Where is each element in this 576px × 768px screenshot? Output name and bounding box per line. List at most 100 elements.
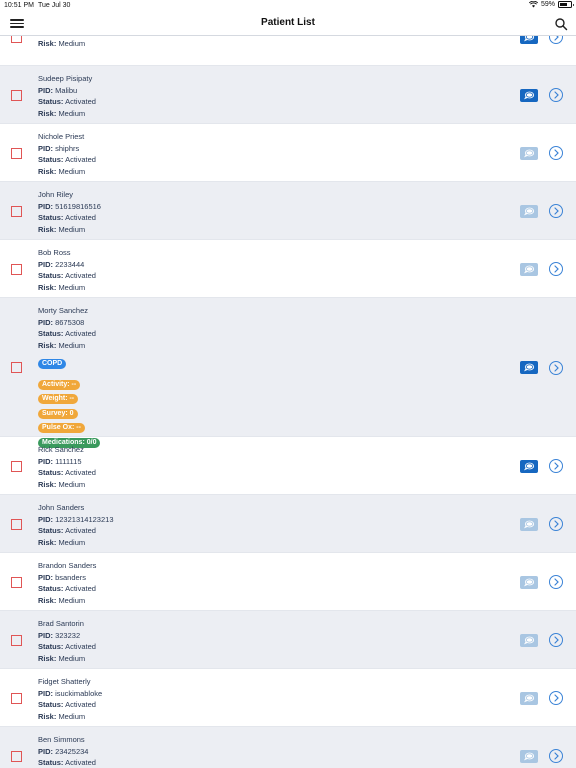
patient-row[interactable]: Brandon Sanders PID: bsanders Status: Ac… bbox=[0, 553, 576, 611]
status-label: Status: bbox=[38, 642, 64, 651]
patient-pid: PID: 23425234 bbox=[38, 746, 96, 758]
patient-risk: Risk: Medium bbox=[38, 38, 96, 50]
metric-badge: Pulse Ox: -- bbox=[38, 423, 85, 433]
risk-value: Medium bbox=[58, 108, 86, 118]
open-patient-button[interactable] bbox=[549, 691, 563, 705]
patient-info: Bob Ross PID: 2233444 Status: Activated … bbox=[38, 247, 96, 293]
status-value: Activated bbox=[65, 758, 96, 767]
patient-row[interactable]: Fidget Shatterly PID: isuckimabloke Stat… bbox=[0, 669, 576, 727]
pid-value: 323232 bbox=[55, 630, 81, 640]
patient-name: Brad Santorin bbox=[38, 619, 84, 628]
message-button[interactable] bbox=[520, 459, 538, 473]
message-button[interactable] bbox=[520, 691, 538, 705]
patient-row[interactable]: PID: Status: Activated Risk: Medium bbox=[0, 36, 576, 66]
risk-label: Risk: bbox=[38, 711, 57, 721]
select-checkbox[interactable] bbox=[11, 89, 22, 101]
status-label: Status: bbox=[38, 213, 64, 222]
risk-label: Risk: bbox=[38, 282, 57, 292]
message-button[interactable] bbox=[520, 633, 538, 647]
patient-list[interactable]: PID: Status: Activated Risk: Medium Sude… bbox=[0, 36, 576, 768]
select-checkbox[interactable] bbox=[11, 518, 22, 530]
open-patient-button[interactable] bbox=[549, 146, 563, 160]
status-label: Status: bbox=[38, 584, 64, 593]
patient-name: Brandon Sanders bbox=[38, 561, 97, 570]
message-button[interactable] bbox=[520, 262, 538, 276]
open-patient-button[interactable] bbox=[549, 749, 563, 763]
patient-row[interactable]: Nichole Priest PID: shiphrs Status: Acti… bbox=[0, 124, 576, 182]
select-checkbox[interactable] bbox=[11, 362, 22, 373]
open-patient-button[interactable] bbox=[549, 459, 563, 473]
pid-value: Malibu bbox=[55, 85, 78, 95]
patient-row[interactable]: Rick Sanchez PID: 1111115 Status: Activa… bbox=[0, 437, 576, 495]
patient-status: Status: Activated bbox=[38, 525, 114, 537]
select-checkbox[interactable] bbox=[11, 750, 22, 762]
open-patient-button[interactable] bbox=[549, 360, 563, 375]
pid-label: PID: bbox=[38, 688, 53, 698]
status-value: Activated bbox=[65, 526, 96, 535]
patient-risk: Risk: Medium bbox=[38, 340, 100, 352]
patient-row[interactable]: John Sanders PID: 12321314123213 Status:… bbox=[0, 495, 576, 553]
select-checkbox[interactable] bbox=[11, 205, 22, 217]
select-checkbox[interactable] bbox=[11, 36, 22, 43]
open-patient-button[interactable] bbox=[549, 204, 563, 218]
select-checkbox[interactable] bbox=[11, 576, 22, 588]
risk-label: Risk: bbox=[38, 595, 57, 605]
pid-value: 12321314123213 bbox=[55, 514, 114, 524]
open-patient-button[interactable] bbox=[549, 517, 563, 531]
patient-info: Ben Simmons PID: 23425234 Status: Activa… bbox=[38, 734, 96, 768]
patient-risk: Risk: Medium bbox=[38, 653, 96, 665]
patient-row[interactable]: Brad Santorin PID: 323232 Status: Activa… bbox=[0, 611, 576, 669]
patient-pid: PID: 1111115 bbox=[38, 456, 96, 468]
patient-info: John Riley PID: 51619816516 Status: Acti… bbox=[38, 189, 101, 235]
message-button[interactable] bbox=[520, 204, 538, 218]
patient-row[interactable]: Morty Sanchez PID: 8675308 Status: Activ… bbox=[0, 298, 576, 448]
open-patient-button[interactable] bbox=[549, 262, 563, 276]
status-value: Activated bbox=[65, 642, 96, 651]
pid-label: PID: bbox=[38, 746, 53, 756]
message-button[interactable] bbox=[520, 575, 538, 589]
message-button[interactable] bbox=[520, 36, 538, 44]
patient-row[interactable]: Ben Simmons PID: 23425234 Status: Activa… bbox=[0, 727, 576, 768]
message-button[interactable] bbox=[520, 88, 538, 102]
message-button[interactable] bbox=[520, 749, 538, 763]
pid-label: PID: bbox=[38, 630, 53, 640]
patient-list-content: PID: Status: Activated Risk: Medium Sude… bbox=[0, 36, 576, 768]
patient-risk: Risk: Medium bbox=[38, 537, 114, 549]
patient-risk: Risk: Medium bbox=[38, 282, 96, 294]
status-bar: 10:51 PM Tue Jul 30 59% bbox=[0, 0, 576, 12]
pid-value: shiphrs bbox=[55, 143, 80, 153]
open-patient-button[interactable] bbox=[549, 36, 563, 44]
search-icon[interactable] bbox=[554, 17, 568, 31]
open-patient-button[interactable] bbox=[549, 575, 563, 589]
battery-icon bbox=[558, 1, 574, 8]
select-checkbox[interactable] bbox=[11, 147, 22, 159]
patient-info: PID: Status: Activated Risk: Medium bbox=[38, 36, 96, 50]
patient-risk: Risk: Medium bbox=[38, 224, 101, 236]
status-value: Activated bbox=[65, 213, 96, 222]
patient-risk: Risk: Medium bbox=[38, 108, 96, 120]
patient-info: Rick Sanchez PID: 1111115 Status: Activa… bbox=[38, 444, 96, 490]
select-checkbox[interactable] bbox=[11, 634, 22, 646]
patient-pid: PID: shiphrs bbox=[38, 143, 96, 155]
battery-percent: 59% bbox=[540, 1, 555, 8]
open-patient-button[interactable] bbox=[549, 88, 563, 102]
select-checkbox[interactable] bbox=[11, 460, 22, 472]
open-patient-button[interactable] bbox=[549, 633, 563, 647]
patient-info: John Sanders PID: 12321314123213 Status:… bbox=[38, 502, 114, 548]
patient-row[interactable]: Sudeep Pisipaty PID: Malibu Status: Acti… bbox=[0, 66, 576, 124]
risk-value: Medium bbox=[58, 224, 86, 234]
status-value: Activated bbox=[65, 155, 96, 164]
metric-badge: Weight: -- bbox=[38, 394, 79, 404]
message-button[interactable] bbox=[520, 361, 538, 374]
patient-row[interactable]: Bob Ross PID: 2233444 Status: Activated … bbox=[0, 240, 576, 298]
metric-badge: Survey: 0 bbox=[38, 408, 78, 419]
nav-bar: Patient List bbox=[0, 12, 576, 36]
status-label: Status: bbox=[38, 329, 64, 338]
patient-row[interactable]: John Riley PID: 51619816516 Status: Acti… bbox=[0, 182, 576, 240]
message-button[interactable] bbox=[520, 146, 538, 160]
status-value: Activated bbox=[65, 271, 96, 280]
status-label: Status: bbox=[38, 758, 64, 767]
message-button[interactable] bbox=[520, 517, 538, 531]
select-checkbox[interactable] bbox=[11, 692, 22, 704]
select-checkbox[interactable] bbox=[11, 263, 22, 275]
